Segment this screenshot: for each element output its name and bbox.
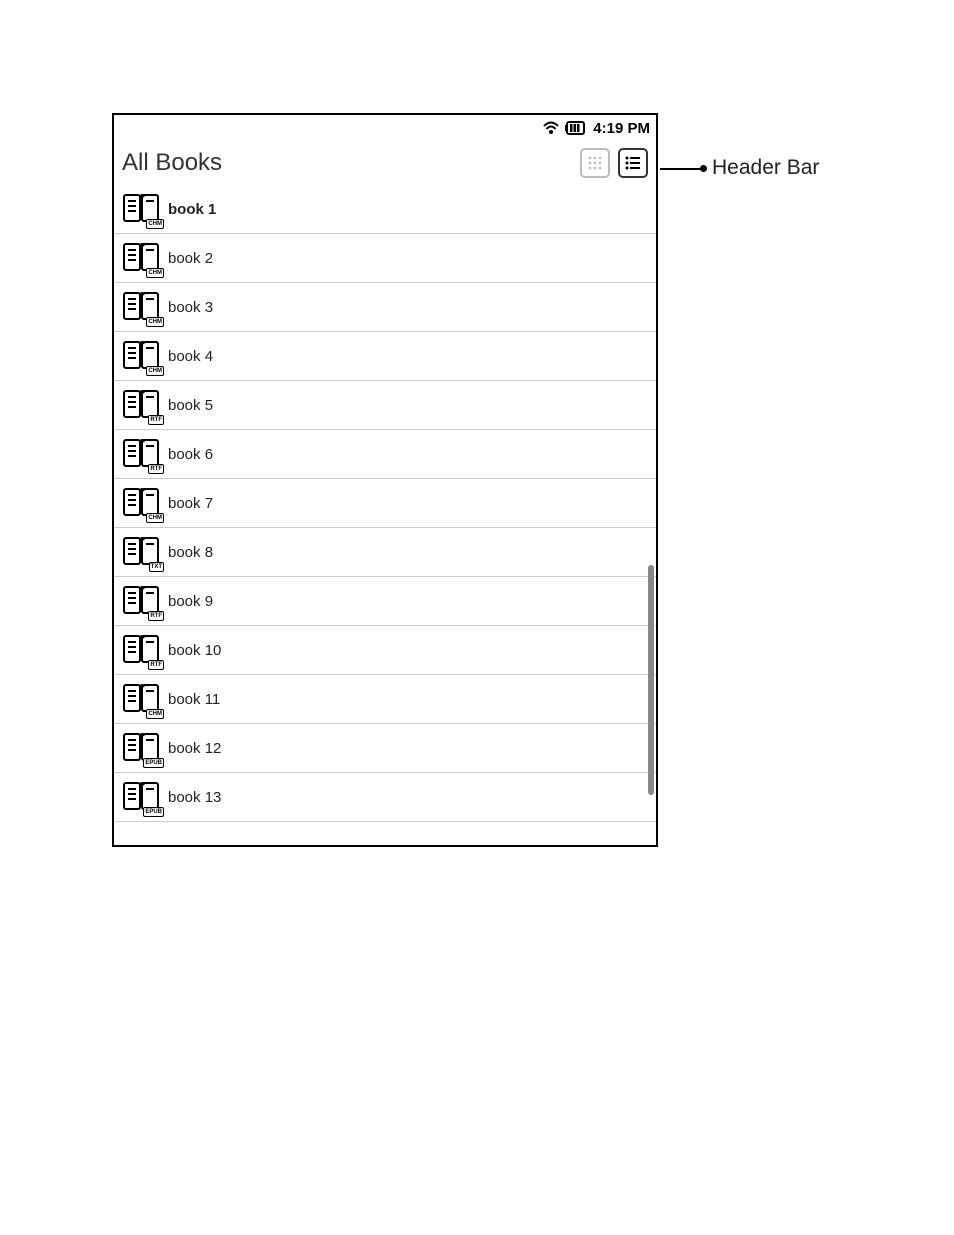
book-icon: CHM xyxy=(122,338,162,374)
book-title: book 8 xyxy=(168,544,213,561)
wifi-icon xyxy=(543,121,559,135)
book-title: book 5 xyxy=(168,397,213,414)
list-item[interactable]: RTF book 6 xyxy=(114,430,656,479)
book-title: book 4 xyxy=(168,348,213,365)
format-badge: RTF xyxy=(148,415,164,425)
list-item[interactable]: EPUB book 12 xyxy=(114,724,656,773)
format-badge: RTF xyxy=(148,464,164,474)
format-badge: RTF xyxy=(148,660,164,670)
book-icon: CHM xyxy=(122,289,162,325)
header-bar: All Books xyxy=(114,141,656,185)
format-badge: RTF xyxy=(148,611,164,621)
book-title: book 2 xyxy=(168,250,213,267)
format-badge: CHM xyxy=(146,219,164,229)
list-item[interactable]: CHM book 2 xyxy=(114,234,656,283)
book-icon: EPUB xyxy=(122,730,162,766)
book-icon: CHM xyxy=(122,681,162,717)
list-item[interactable]: RTF book 10 xyxy=(114,626,656,675)
book-icon: RTF xyxy=(122,632,162,668)
book-icon: CHM xyxy=(122,485,162,521)
book-title: book 9 xyxy=(168,593,213,610)
list-icon xyxy=(624,154,642,172)
format-badge: EPUB xyxy=(143,807,164,817)
list-item[interactable]: CHM book 1 xyxy=(114,185,656,234)
view-list-button[interactable] xyxy=(618,148,648,178)
list-item[interactable]: RTF book 9 xyxy=(114,577,656,626)
device-frame: 4:19 PM All Books CHMbook 1 CH xyxy=(112,113,658,847)
list-item[interactable]: CHM book 7 xyxy=(114,479,656,528)
list-item[interactable]: CHM book 3 xyxy=(114,283,656,332)
status-time: 4:19 PM xyxy=(593,120,650,137)
view-grid-button[interactable] xyxy=(580,148,610,178)
callout-dot xyxy=(700,165,707,172)
book-title: book 3 xyxy=(168,299,213,316)
book-title: book 7 xyxy=(168,495,213,512)
book-title: book 11 xyxy=(168,691,220,708)
format-badge: EPUB xyxy=(143,758,164,768)
book-icon: CHM xyxy=(122,191,162,227)
status-bar: 4:19 PM xyxy=(114,115,656,141)
format-badge: CHM xyxy=(146,709,164,719)
book-list[interactable]: CHMbook 1 CHMbook 2 CHMbook 3 CHMbook 4 … xyxy=(114,185,656,845)
book-icon: TXT xyxy=(122,534,162,570)
book-title: book 10 xyxy=(168,642,221,659)
book-icon: RTF xyxy=(122,436,162,472)
format-badge: CHM xyxy=(146,366,164,376)
list-item[interactable]: CHM book 11 xyxy=(114,675,656,724)
format-badge: TXT xyxy=(149,562,164,572)
book-icon: EPUB xyxy=(122,779,162,815)
callout-line xyxy=(660,168,702,170)
list-item[interactable]: TXT book 8 xyxy=(114,528,656,577)
format-badge: CHM xyxy=(146,317,164,327)
book-icon: CHM xyxy=(122,240,162,276)
book-title: book 12 xyxy=(168,740,221,757)
grid-icon xyxy=(586,154,604,172)
page-title: All Books xyxy=(122,149,572,177)
book-icon: RTF xyxy=(122,387,162,423)
battery-icon xyxy=(565,121,587,135)
format-badge: CHM xyxy=(146,513,164,523)
book-title: book 6 xyxy=(168,446,213,463)
format-badge: CHM xyxy=(146,268,164,278)
book-title: book 1 xyxy=(168,201,216,218)
scrollbar-thumb[interactable] xyxy=(648,565,654,795)
list-item[interactable]: RTF book 5 xyxy=(114,381,656,430)
list-item[interactable]: CHM book 4 xyxy=(114,332,656,381)
book-icon: RTF xyxy=(122,583,162,619)
book-title: book 13 xyxy=(168,789,221,806)
list-item[interactable]: EPUB book 13 xyxy=(114,773,656,822)
callout-label: Header Bar xyxy=(712,156,819,180)
